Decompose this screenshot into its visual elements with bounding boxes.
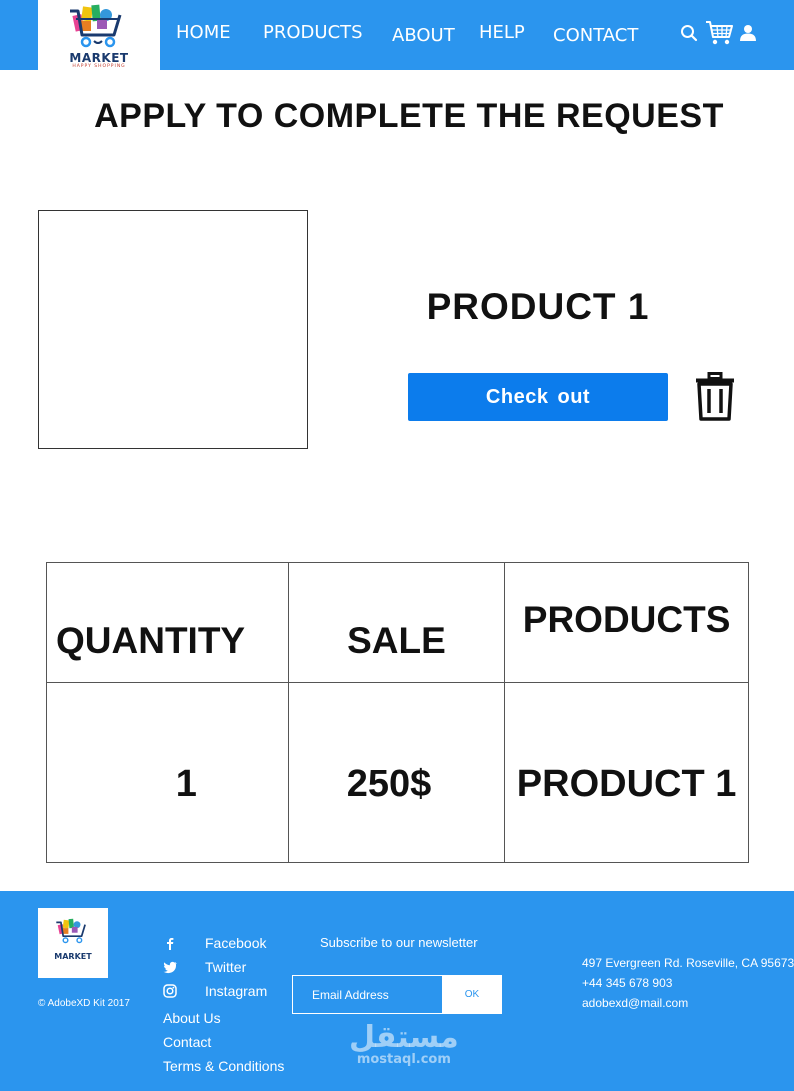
nav-products[interactable]: PRODUCTS [263,22,363,43]
page-title: APPLY TO COMPLETE THE REQUEST [94,97,724,135]
site-footer: MARKET © AdobeXD Kit 2017 Facebook Twitt… [0,891,794,1091]
nav-help[interactable]: HELP [479,22,525,43]
cart-logo-icon [70,4,122,48]
header-sale: SALE [287,562,506,683]
logo-text: MARKET [69,51,129,65]
footer-link-contact[interactable]: Contact [163,1034,211,1050]
site-header: MARKET HAPPY SHOPPING HOME PRODUCTS ABOU… [0,0,794,70]
cell-quantity: 1 [46,682,289,863]
cell-product: PRODUCT 1 [504,682,749,863]
checkout-button[interactable]: Check out [408,373,668,421]
watermark: مستقل mostaql.com [349,1020,459,1067]
address-phone: +44 345 678 903 [582,976,673,990]
product-image-placeholder [38,210,308,449]
newsletter-title: Subscribe to our newsletter [320,935,478,950]
nav-about[interactable]: ABOUT [392,25,455,46]
site-logo[interactable]: MARKET HAPPY SHOPPING [38,0,160,70]
order-table: QUANTITY SALE PRODUCTS 1 250$ PRODUCT 1 [46,562,749,863]
twitter-label: Twitter [205,959,247,975]
footer-link-terms[interactable]: Terms & Conditions [163,1058,284,1074]
copyright-text: © AdobeXD Kit 2017 [38,998,130,1009]
header-quantity: QUANTITY [46,562,289,683]
logo-subtext: HAPPY SHOPPING [72,64,126,69]
trash-icon[interactable] [695,372,735,427]
footer-logo[interactable]: MARKET [38,908,108,978]
twitter-icon [163,960,177,974]
footer-logo-text: MARKET [54,952,92,961]
watermark-latin: mostaql.com [356,1052,451,1067]
user-icon[interactable] [739,24,757,47]
cart-logo-icon [56,918,86,944]
facebook-label: Facebook [205,935,267,951]
header-products: PRODUCTS [504,562,749,683]
product-name: PRODUCT 1 [426,286,650,327]
cart-icon[interactable] [705,18,733,51]
nav-contact[interactable]: CONTACT [553,25,638,46]
instagram-label: Instagram [205,983,268,999]
facebook-icon [163,936,177,950]
address-email[interactable]: adobexd@mail.com [582,996,688,1010]
instagram-icon [163,984,177,998]
address-street: 497 Evergreen Rd. Roseville, CA 95673 [582,956,794,970]
watermark-arabic: مستقل [349,1020,459,1055]
search-icon[interactable] [680,24,698,47]
table-header-row: QUANTITY SALE PRODUCTS [46,562,749,683]
cell-sale: 250$ [287,682,506,863]
nav-home[interactable]: HOME [176,22,231,43]
newsletter-form: OK [292,975,502,1014]
newsletter-email-input[interactable] [293,976,441,1013]
table-row: 1 250$ PRODUCT 1 [46,682,749,863]
footer-link-about[interactable]: About Us [163,1010,221,1026]
newsletter-ok-button[interactable]: OK [442,976,502,1013]
